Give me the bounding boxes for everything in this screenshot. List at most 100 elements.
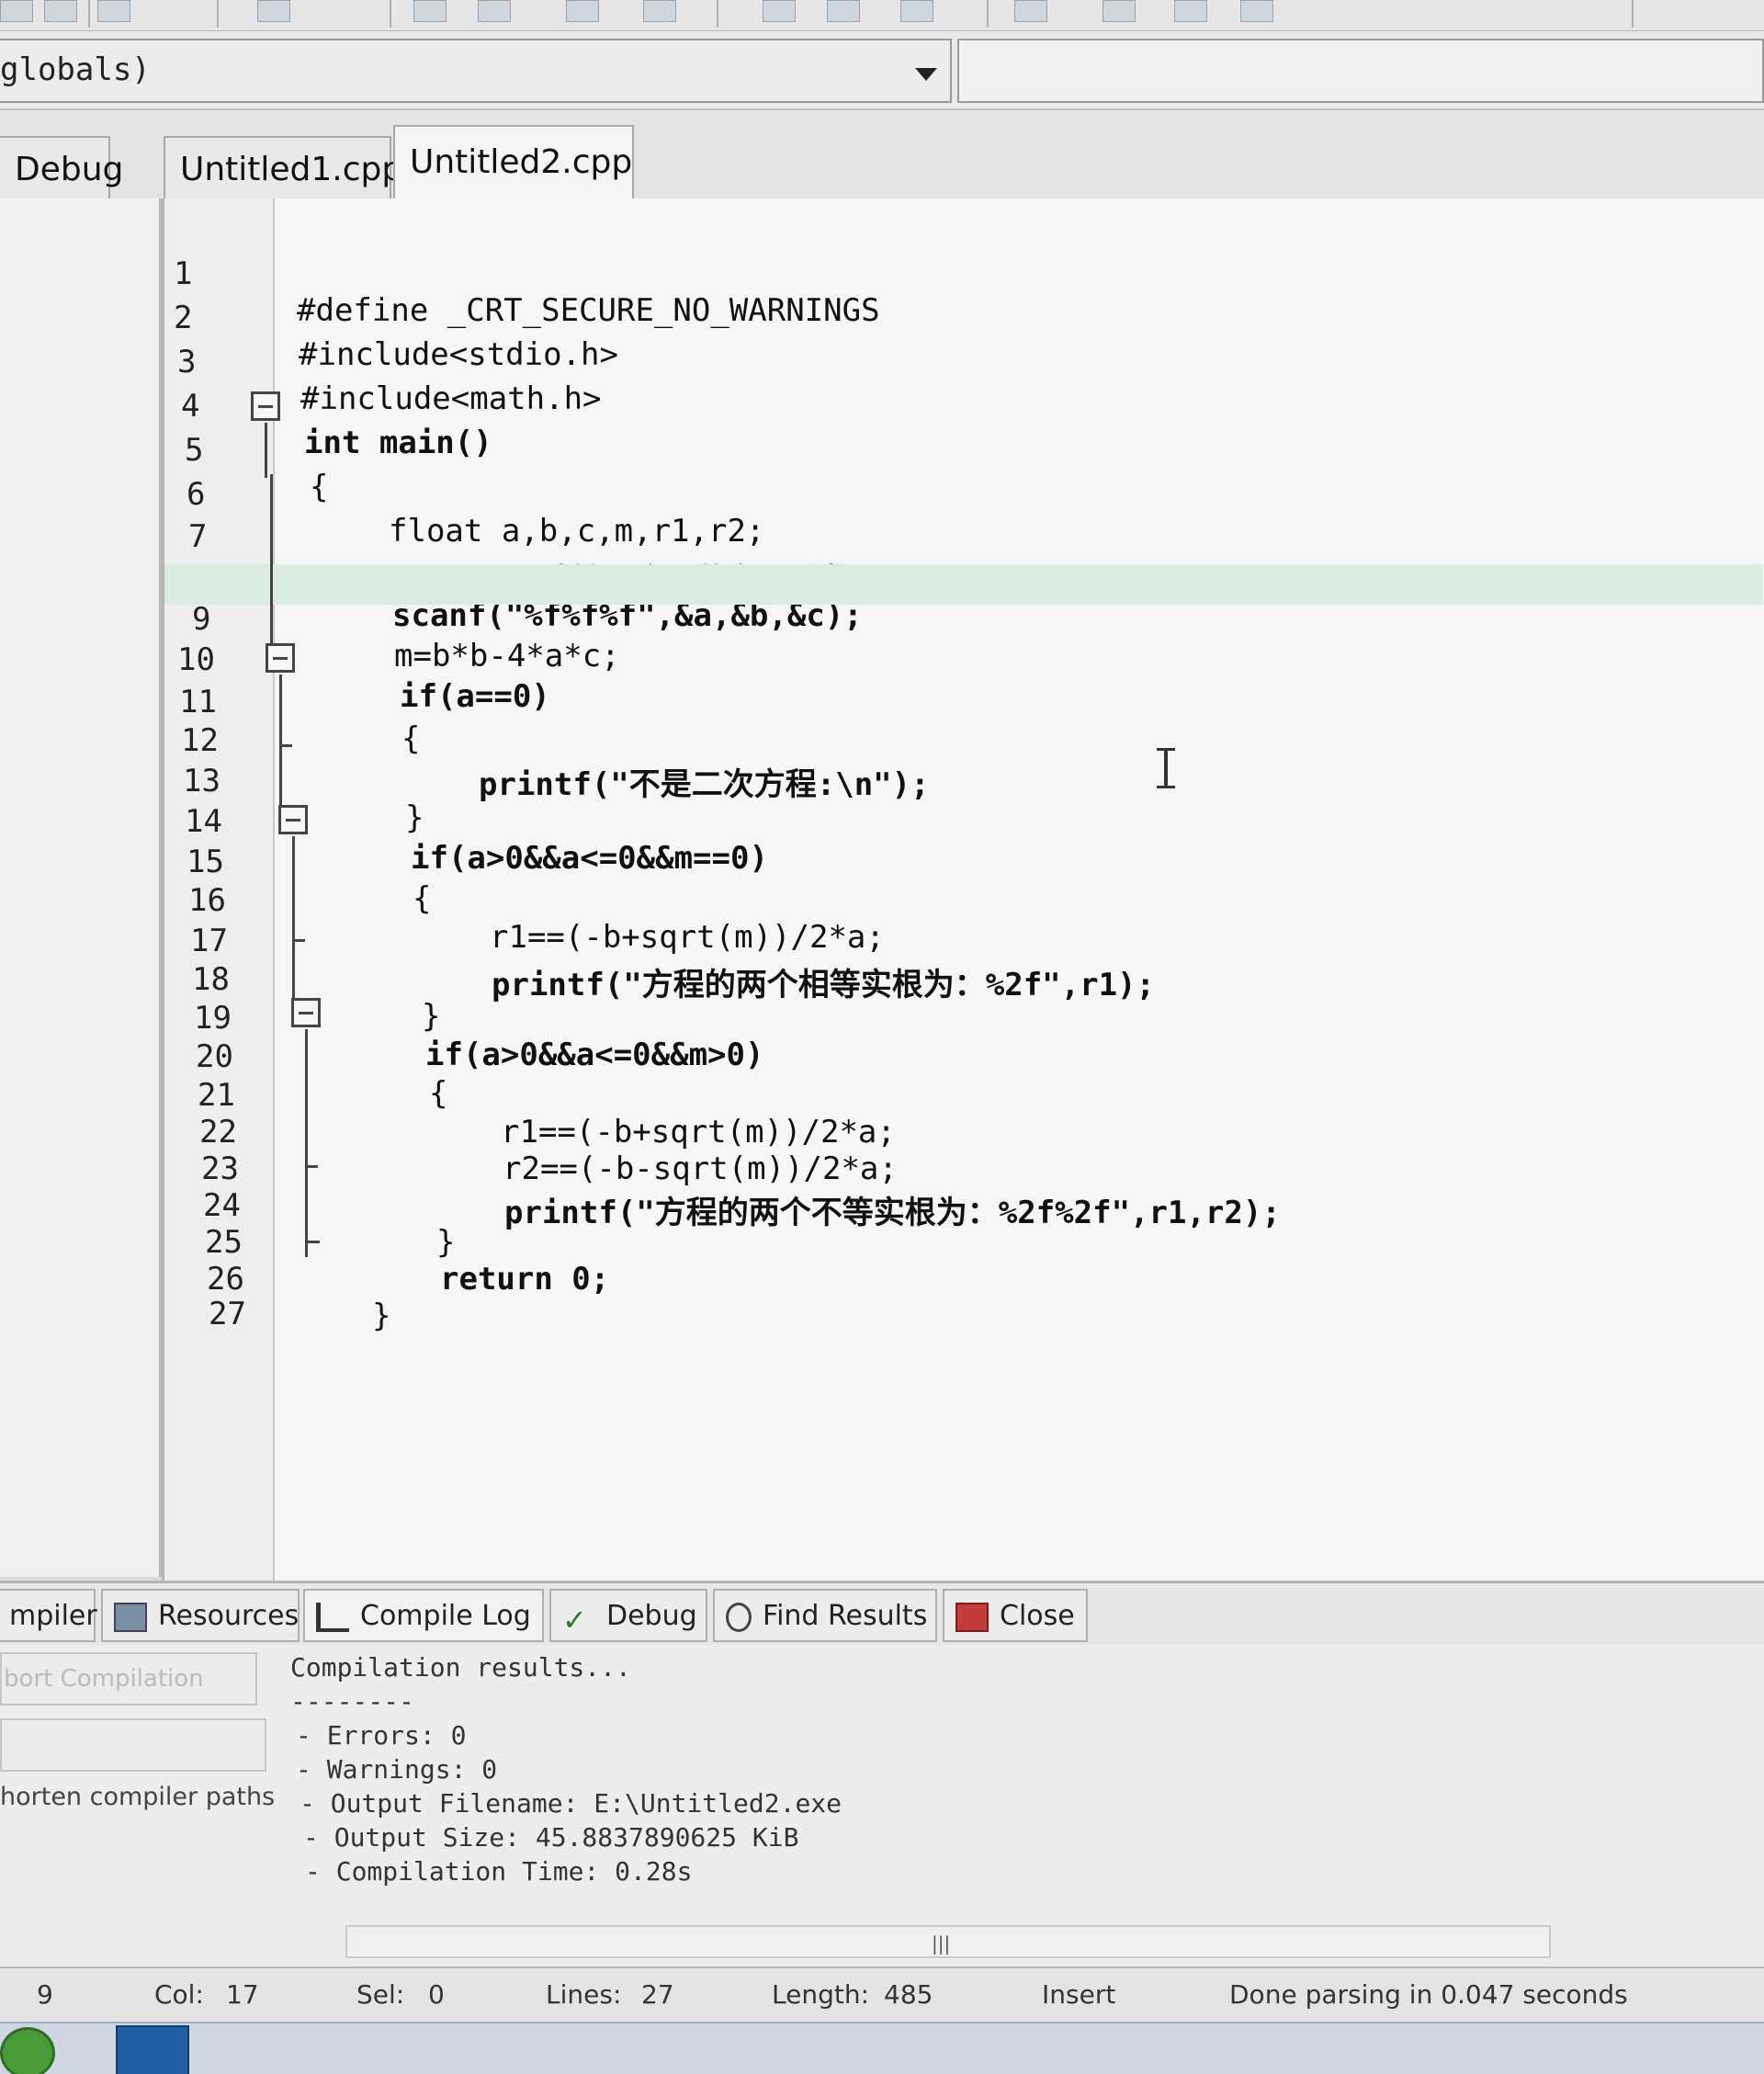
code-line-10[interactable]: 10 if(a==0) bbox=[164, 605, 1763, 715]
status-sel-value: 0 bbox=[428, 1979, 445, 2010]
code-line-24[interactable]: 24 } bbox=[164, 1150, 1763, 1261]
code-line-8[interactable]: 8 scanf("%f%f%f",&a,&b,&c); bbox=[164, 524, 1763, 634]
code-line-1[interactable]: 1 #define _CRT_SECURE_NO_WARNINGS bbox=[164, 219, 1763, 329]
code-line-18[interactable]: 18 } bbox=[164, 924, 1763, 1035]
tab-label: Resources bbox=[158, 1600, 300, 1632]
abort-compilation-button[interactable]: bort Compilation bbox=[0, 1652, 257, 1706]
fold-guide bbox=[279, 674, 282, 812]
line-text: } bbox=[372, 1298, 391, 1334]
toolbar-button-9[interactable] bbox=[763, 0, 796, 22]
code-line-14[interactable]: 14 if(a>0&&a<=0&&m==0) bbox=[164, 766, 1763, 877]
tab-label: mpiler bbox=[9, 1600, 97, 1632]
code-line-22[interactable]: 22 r2==(-b-sqrt(m))/2*a; bbox=[164, 1077, 1763, 1187]
windows-start-icon[interactable] bbox=[0, 2027, 55, 2074]
tab-label: Debug bbox=[15, 151, 124, 188]
fold-guide bbox=[292, 836, 295, 998]
log-line: -------- bbox=[290, 1686, 414, 1717]
member-dropdown[interactable] bbox=[957, 39, 1764, 103]
status-parse-message: Done parsing in 0.047 seconds bbox=[1229, 1979, 1628, 2010]
toolbar-button-1[interactable] bbox=[0, 0, 33, 22]
code-line-7[interactable]: 7 printf("请输入方程的各项系数："); bbox=[164, 482, 1763, 599]
tab-label: Debug bbox=[606, 1600, 697, 1632]
tab-close[interactable]: Close bbox=[943, 1589, 1088, 1642]
scrollbar-grip-icon[interactable]: ||| bbox=[932, 1932, 950, 1955]
toolbar-button-15[interactable] bbox=[1240, 0, 1273, 22]
code-line-23[interactable]: 23 printf("方程的两个不等实根为：%2f%2f",r1,r2); bbox=[164, 1114, 1763, 1231]
chevron-down-icon[interactable] bbox=[915, 68, 937, 81]
code-line-20[interactable]: 20 { bbox=[164, 1002, 1763, 1112]
tab-resources[interactable]: Resources bbox=[101, 1589, 300, 1642]
toolbar-button-2[interactable] bbox=[44, 0, 77, 22]
toolbar-button-4[interactable] bbox=[257, 0, 290, 22]
toolbar-separator bbox=[217, 0, 219, 28]
fold-end bbox=[292, 939, 305, 942]
log-line: - Output Filename: E:\Untitled2.exe bbox=[300, 1788, 842, 1819]
code-line-17[interactable]: 17 printf("方程的两个相等实根为：%2f",r1); bbox=[164, 886, 1763, 1003]
toolbar-button-7[interactable] bbox=[566, 0, 599, 22]
code-line-5[interactable]: 5 { bbox=[164, 395, 1763, 505]
log-line: - Errors: 0 bbox=[296, 1720, 467, 1751]
tab-untitled2[interactable]: Untitled2.cpp bbox=[393, 125, 634, 202]
scope-dropdown[interactable]: globals) bbox=[0, 39, 952, 103]
status-col-value: 17 bbox=[226, 1979, 259, 2010]
toolbar-button-12[interactable] bbox=[1014, 0, 1047, 22]
code-line-3[interactable]: 3 #include<math.h> bbox=[164, 307, 1763, 417]
line-number: 27 bbox=[209, 1296, 246, 1332]
code-line-25[interactable]: 25 return 0; bbox=[164, 1187, 1763, 1298]
code-line-19[interactable]: 19 if(a>0&&a<=0&&m>0) bbox=[164, 963, 1763, 1073]
toolbar-button-5[interactable] bbox=[413, 0, 447, 22]
fold-collapse-icon[interactable] bbox=[251, 391, 280, 421]
tab-debug[interactable]: ✓ Debug bbox=[549, 1589, 707, 1642]
dev-cpp-taskbar-icon[interactable] bbox=[116, 2025, 189, 2074]
windows-taskbar bbox=[0, 2022, 1764, 2074]
tab-label: Compile Log bbox=[360, 1600, 531, 1632]
toolbar-button-11[interactable] bbox=[900, 0, 933, 22]
log-line: Compilation results... bbox=[290, 1652, 631, 1683]
status-col-label: Col: bbox=[154, 1979, 204, 2010]
tab-compiler[interactable]: mpiler bbox=[0, 1589, 97, 1642]
toolbar-button-6[interactable] bbox=[478, 0, 511, 22]
code-line-6[interactable]: 6 float a,b,c,m,r1,r2; bbox=[164, 439, 1763, 550]
code-line-11[interactable]: 11 { bbox=[164, 647, 1763, 757]
code-line-12[interactable]: 12 printf("不是二次方程:\n"); bbox=[164, 686, 1763, 803]
horizontal-scrollbar[interactable]: ||| bbox=[345, 1925, 1551, 1958]
empty-side-field bbox=[0, 1718, 266, 1772]
toolbar-button-3[interactable] bbox=[97, 0, 130, 22]
check-icon: ✓ bbox=[562, 1602, 587, 1638]
code-line-13[interactable]: 13 } bbox=[164, 726, 1763, 836]
bar-chart-icon bbox=[316, 1602, 349, 1632]
resources-icon bbox=[114, 1602, 147, 1632]
status-line-value: 9 bbox=[37, 1979, 53, 2010]
toolbar-button-8[interactable] bbox=[643, 0, 676, 22]
toolbar-button-10[interactable] bbox=[827, 0, 860, 22]
tab-label: Untitled1.cpp bbox=[180, 151, 403, 188]
status-length-label: Length: bbox=[772, 1979, 870, 2010]
code-line-15[interactable]: 15 { bbox=[164, 807, 1763, 917]
fold-end bbox=[305, 1165, 318, 1168]
status-insert-mode: Insert bbox=[1042, 1979, 1116, 2010]
tab-label: Find Results bbox=[763, 1600, 928, 1632]
toolbar-button-14[interactable] bbox=[1174, 0, 1207, 22]
code-line-9[interactable]: 9 m=b*b-4*a*c; bbox=[164, 564, 1763, 674]
toolbar-button-13[interactable] bbox=[1102, 0, 1136, 22]
fold-collapse-icon[interactable] bbox=[291, 998, 321, 1027]
code-line-21[interactable]: 21 r1==(-b+sqrt(m))/2*a; bbox=[164, 1040, 1763, 1150]
toolbar-separator bbox=[987, 0, 989, 28]
code-editor[interactable]: 1 #define _CRT_SECURE_NO_WARNINGS 2 #inc… bbox=[162, 198, 1764, 1581]
fold-guide bbox=[305, 1029, 308, 1257]
code-line-16[interactable]: 16 r1==(-b+sqrt(m))/2*a; bbox=[164, 845, 1763, 956]
tab-find-results[interactable]: Find Results bbox=[713, 1589, 937, 1642]
fold-collapse-icon[interactable] bbox=[278, 805, 308, 834]
tab-debug[interactable]: Debug bbox=[0, 136, 123, 200]
code-line-27[interactable]: 27 bbox=[164, 1259, 1763, 1332]
tab-untitled1[interactable]: Untitled1.cpp bbox=[164, 136, 402, 200]
fold-collapse-icon[interactable] bbox=[266, 643, 295, 673]
compile-log-output[interactable]: Compilation results... -------- - Errors… bbox=[290, 1652, 1577, 1890]
code-line-2[interactable]: 2 #include<stdio.h> bbox=[164, 263, 1763, 373]
fold-guide bbox=[270, 474, 273, 667]
code-line-4[interactable]: 4 int main() bbox=[164, 351, 1763, 461]
tab-compile-log[interactable]: Compile Log bbox=[303, 1589, 544, 1642]
tab-label: Untitled2.cpp bbox=[410, 143, 633, 181]
toolbar-separator bbox=[88, 0, 90, 28]
shorten-compiler-paths-checkbox[interactable]: horten compiler paths bbox=[0, 1783, 275, 1811]
